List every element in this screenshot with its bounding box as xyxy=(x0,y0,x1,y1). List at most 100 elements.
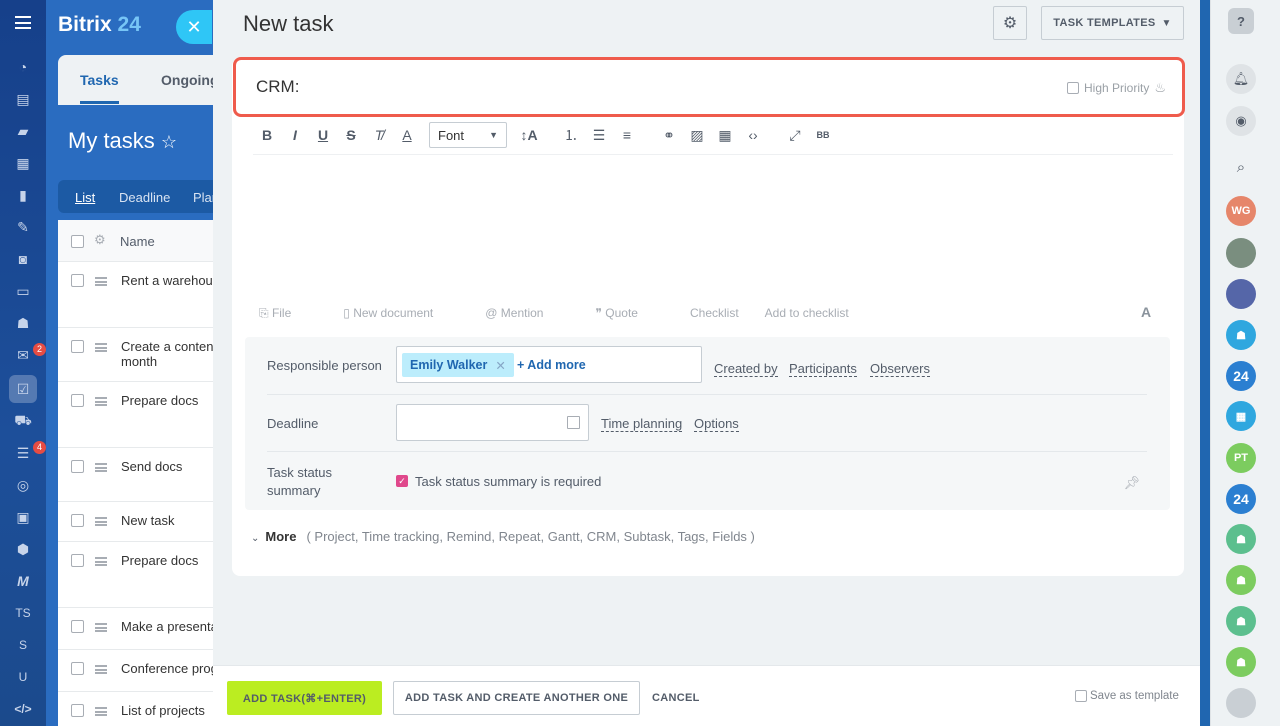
task-templates-button[interactable]: TASK TEMPLATES ▼ xyxy=(1041,6,1184,40)
italic-icon[interactable]: I xyxy=(281,127,309,143)
table-icon[interactable]: ▦ xyxy=(711,127,739,144)
row-menu-icon[interactable] xyxy=(95,665,107,674)
contact-card-icon[interactable]: ▣ xyxy=(0,502,46,532)
drive-icon[interactable]: ▭ xyxy=(0,276,46,306)
avatar[interactable] xyxy=(1226,279,1256,309)
group-chat-icon[interactable]: ☗ xyxy=(1226,565,1256,595)
gear-icon[interactable]: ⚙ xyxy=(94,232,106,248)
docs-icon[interactable]: ▮ xyxy=(0,180,46,210)
row-checkbox[interactable] xyxy=(71,514,84,527)
row-menu-icon[interactable] xyxy=(95,517,107,526)
sign-icon[interactable]: ✎ xyxy=(0,212,46,242)
row-checkbox[interactable] xyxy=(71,662,84,675)
underline-icon[interactable]: U xyxy=(309,127,337,143)
tasks-icon[interactable]: ☑ xyxy=(0,374,46,404)
dashboard-icon[interactable]: ◔ xyxy=(0,52,46,82)
feed-icon[interactable]: ▤ xyxy=(0,84,46,114)
target-icon[interactable]: ◎ xyxy=(0,470,46,500)
time-planning-link[interactable]: Time planning xyxy=(601,416,683,432)
mention-button[interactable]: @ Mention xyxy=(485,306,569,321)
more-label[interactable]: More xyxy=(265,529,296,544)
task-name[interactable]: Send docs xyxy=(121,459,182,474)
high-priority-checkbox[interactable] xyxy=(1066,82,1079,94)
cancel-button[interactable]: CANCEL xyxy=(652,692,700,704)
participants-link[interactable]: Participants xyxy=(789,361,857,377)
code-icon[interactable]: ‹› xyxy=(739,127,767,143)
cube-icon[interactable]: ⬢ xyxy=(0,534,46,564)
task-title-value[interactable]: CRM: xyxy=(256,77,299,97)
tab-tasks[interactable]: Tasks xyxy=(80,72,119,104)
strikethrough-icon[interactable]: S xyxy=(337,127,365,143)
chat-icon[interactable]: ▰ xyxy=(0,116,46,146)
group-chat-icon[interactable]: ☗ xyxy=(1226,524,1256,554)
star-icon[interactable]: ☆ xyxy=(161,132,177,152)
row-menu-icon[interactable] xyxy=(95,277,107,286)
search-icon[interactable]: ⌕ xyxy=(1226,152,1256,182)
task-name[interactable]: Rent a warehouse xyxy=(121,273,227,288)
task-name[interactable]: List of projects xyxy=(121,703,205,718)
task-title-field[interactable]: CRM: High Priority ♨ xyxy=(233,57,1185,117)
calendar-chat-icon[interactable]: ▦ xyxy=(1226,401,1256,431)
shop-icon[interactable]: ⛟ xyxy=(0,406,46,436)
menu-icon[interactable] xyxy=(15,16,31,29)
bitrix24-chat-icon[interactable]: 24 xyxy=(1226,484,1256,514)
name-column-header[interactable]: Name xyxy=(120,234,155,249)
tab-list[interactable]: List xyxy=(75,190,95,205)
observers-link[interactable]: Observers xyxy=(870,361,930,377)
avatar[interactable]: WG xyxy=(1226,196,1256,226)
select-all-checkbox[interactable] xyxy=(71,235,84,248)
help-icon[interactable]: ? xyxy=(1228,8,1254,34)
task-name[interactable]: Create a content month xyxy=(121,339,221,369)
font-size-icon[interactable]: ↕A xyxy=(515,127,543,143)
image-icon[interactable]: ▨ xyxy=(683,127,711,144)
task-name[interactable]: Conference prog xyxy=(121,661,218,676)
row-checkbox[interactable] xyxy=(71,554,84,567)
row-menu-icon[interactable] xyxy=(95,463,107,472)
group-chat-icon[interactable]: ☗ xyxy=(1226,606,1256,636)
responsible-field[interactable]: Emily Walker ✕ + Add more xyxy=(396,346,702,383)
add-more-link[interactable]: + Add more xyxy=(517,358,586,372)
row-checkbox[interactable] xyxy=(71,704,84,717)
tab-ongoing[interactable]: Ongoing xyxy=(161,72,219,88)
employees-icon[interactable]: ☗ xyxy=(0,308,46,338)
save-as-template-checkbox[interactable] xyxy=(1075,690,1087,702)
bbcode-icon[interactable]: BB xyxy=(809,130,837,140)
file-button[interactable]: ⎘ File xyxy=(259,306,317,321)
task-name[interactable]: New task xyxy=(121,513,174,528)
text-color-icon[interactable]: A xyxy=(393,127,421,143)
group-chat-icon[interactable]: ☗ xyxy=(1226,647,1256,677)
avatar[interactable] xyxy=(1226,688,1256,718)
row-menu-icon[interactable] xyxy=(95,343,107,352)
row-checkbox[interactable] xyxy=(71,340,84,353)
calendar-icon[interactable]: ▦ xyxy=(0,148,46,178)
save-as-template[interactable]: Save as template xyxy=(1075,690,1179,702)
align-icon[interactable]: ≡ xyxy=(613,127,641,143)
calendar-icon[interactable] xyxy=(567,416,580,429)
link-icon[interactable]: ⚭ xyxy=(655,127,683,144)
options-link[interactable]: Options xyxy=(694,416,739,432)
quote-button[interactable]: ❞ Quote xyxy=(595,306,664,321)
bold-icon[interactable]: B xyxy=(253,127,281,143)
add-and-create-another-button[interactable]: ADD TASK AND CREATE ANOTHER ONE xyxy=(393,681,640,715)
close-slider-button[interactable]: ✕ xyxy=(176,10,212,44)
text-format-icon[interactable]: A xyxy=(1141,304,1151,320)
row-checkbox[interactable] xyxy=(71,274,84,287)
row-menu-icon[interactable] xyxy=(95,623,107,632)
row-checkbox[interactable] xyxy=(71,460,84,473)
row-menu-icon[interactable] xyxy=(95,397,107,406)
remove-icon[interactable]: ✕ xyxy=(495,358,505,373)
nav-item-s[interactable]: S xyxy=(0,630,46,660)
row-checkbox[interactable] xyxy=(71,394,84,407)
nav-item-ts[interactable]: TS xyxy=(0,598,46,628)
robot-icon[interactable]: ◙ xyxy=(0,244,46,274)
marketing-icon[interactable]: M xyxy=(0,566,46,596)
clear-format-icon[interactable]: T̸ xyxy=(365,127,393,143)
tab-deadline[interactable]: Deadline xyxy=(119,190,170,205)
add-to-checklist-button[interactable]: Add to checklist xyxy=(765,306,849,321)
settings-button[interactable]: ⚙ xyxy=(993,6,1027,40)
add-task-button[interactable]: ADD TASK(⌘+ENTER) xyxy=(227,681,382,715)
checklist-button[interactable]: Checklist xyxy=(690,306,739,321)
more-section[interactable]: ⌄ More ( Project, Time tracking, Remind, R… xyxy=(251,529,755,544)
status-summary-checkbox[interactable]: ✓ xyxy=(396,475,408,487)
more-items[interactable]: ( Project, Time tracking, Remind, Repeat… xyxy=(306,529,754,544)
